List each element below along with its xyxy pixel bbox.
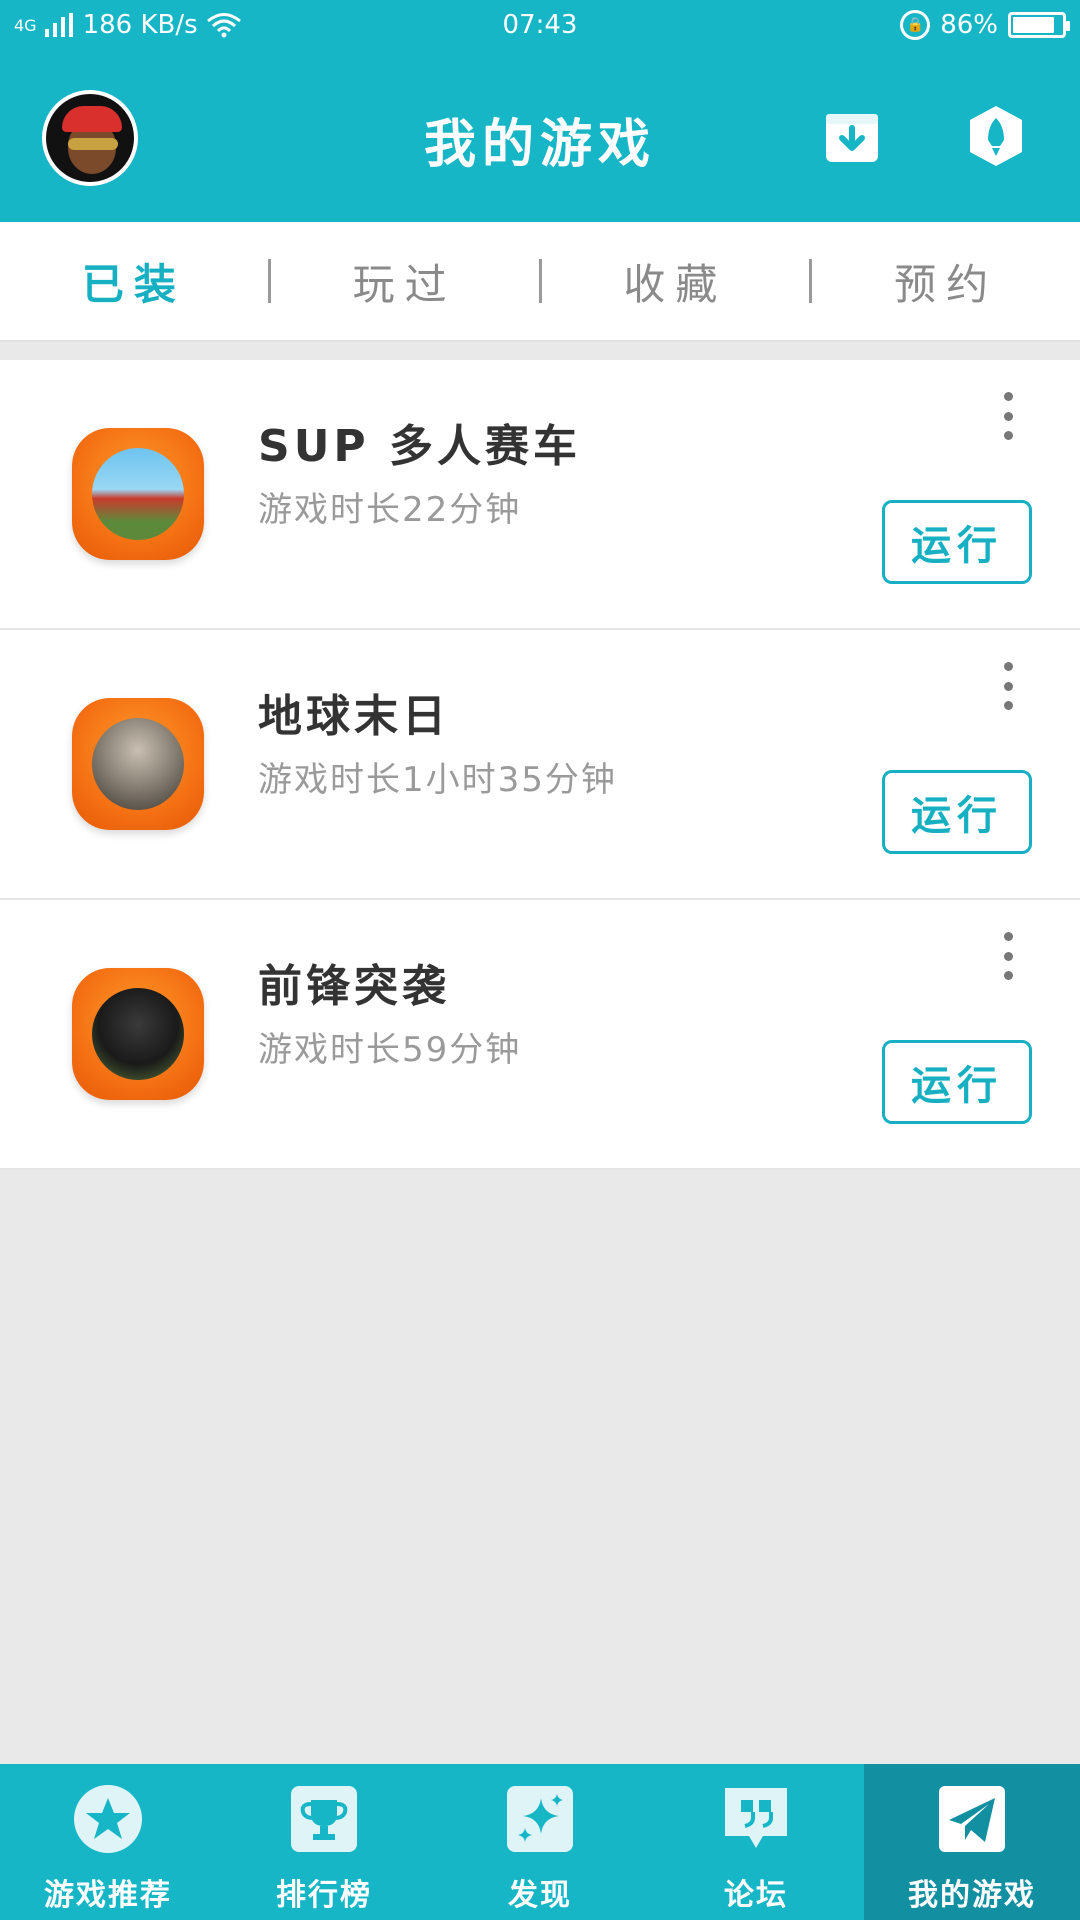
game-art [92,988,184,1080]
tab-installed[interactable]: 已装 [0,251,268,312]
page-title: 我的游戏 [423,115,656,175]
speedup-button[interactable] [968,106,1024,166]
game-name: 前锋突袭 [258,961,450,1012]
game-playtime: 游戏时长1小时35分钟 [258,760,617,800]
app-header: 4G 186 KB/s 07:43 🔒 86% 我的游戏 [0,0,1080,222]
download-manager-button[interactable] [824,108,880,164]
status-right: 🔒 86% [900,10,1070,40]
battery-fill [1013,17,1055,33]
game-name: 地球末日 [258,691,450,742]
tab-reserved[interactable]: 预约 [812,251,1080,312]
more-options-button[interactable] [996,932,1020,980]
run-button[interactable]: 运行 [882,770,1032,854]
game-art [92,448,184,540]
battery-icon [1008,12,1070,38]
sparkle-icon [505,1784,575,1854]
nav-recommend[interactable]: 游戏推荐 [0,1764,216,1920]
battery-percent: 86% [940,10,998,40]
nav-discover[interactable]: 发现 [432,1764,648,1920]
download-icon [826,114,878,162]
paper-plane-icon [937,1784,1007,1854]
game-icon-strike [72,968,204,1100]
game-row-sup[interactable]: SUP 多人赛车 游戏时长22分钟 运行 [0,360,1080,630]
tab-favorites[interactable]: 收藏 [542,251,810,312]
game-row-strike[interactable]: 前锋突袭 游戏时长59分钟 运行 [0,900,1080,1170]
rocket-icon [970,106,1022,166]
category-tabs: 已装 玩过 收藏 预约 [0,222,1080,342]
rotation-lock-icon: 🔒 [900,10,931,40]
nav-ranking[interactable]: 排行榜 [216,1764,432,1920]
nav-forum[interactable]: 论坛 [648,1764,864,1920]
bottom-navigation: 游戏推荐 排行榜 发现 论坛 我的游戏 [0,1764,1080,1920]
game-icon-doomsday [72,698,204,830]
nav-label: 排行榜 [276,1878,372,1913]
game-playtime: 游戏时长59分钟 [258,1030,522,1070]
trophy-icon [289,1784,359,1854]
star-icon [73,1784,143,1854]
game-name: SUP 多人赛车 [258,421,581,472]
nav-label: 论坛 [724,1878,788,1913]
game-row-doomsday[interactable]: 地球末日 游戏时长1小时35分钟 运行 [0,630,1080,900]
tab-played[interactable]: 玩过 [271,251,539,312]
game-list: SUP 多人赛车 游戏时长22分钟 运行 地球末日 游戏时长1小时35分钟 运行… [0,360,1080,1170]
run-button[interactable]: 运行 [882,1040,1032,1124]
run-button[interactable]: 运行 [882,500,1032,584]
nav-my-games[interactable]: 我的游戏 [864,1764,1080,1920]
more-options-button[interactable] [996,392,1020,440]
quote-icon [721,1784,791,1854]
game-icon-sup [72,428,204,560]
nav-label: 我的游戏 [908,1878,1036,1913]
nav-label: 发现 [508,1878,572,1913]
nav-label: 游戏推荐 [44,1878,172,1913]
more-options-button[interactable] [996,662,1020,710]
game-playtime: 游戏时长22分钟 [258,490,522,530]
status-bar: 4G 186 KB/s 07:43 🔒 86% [0,0,1080,52]
game-art [92,718,184,810]
